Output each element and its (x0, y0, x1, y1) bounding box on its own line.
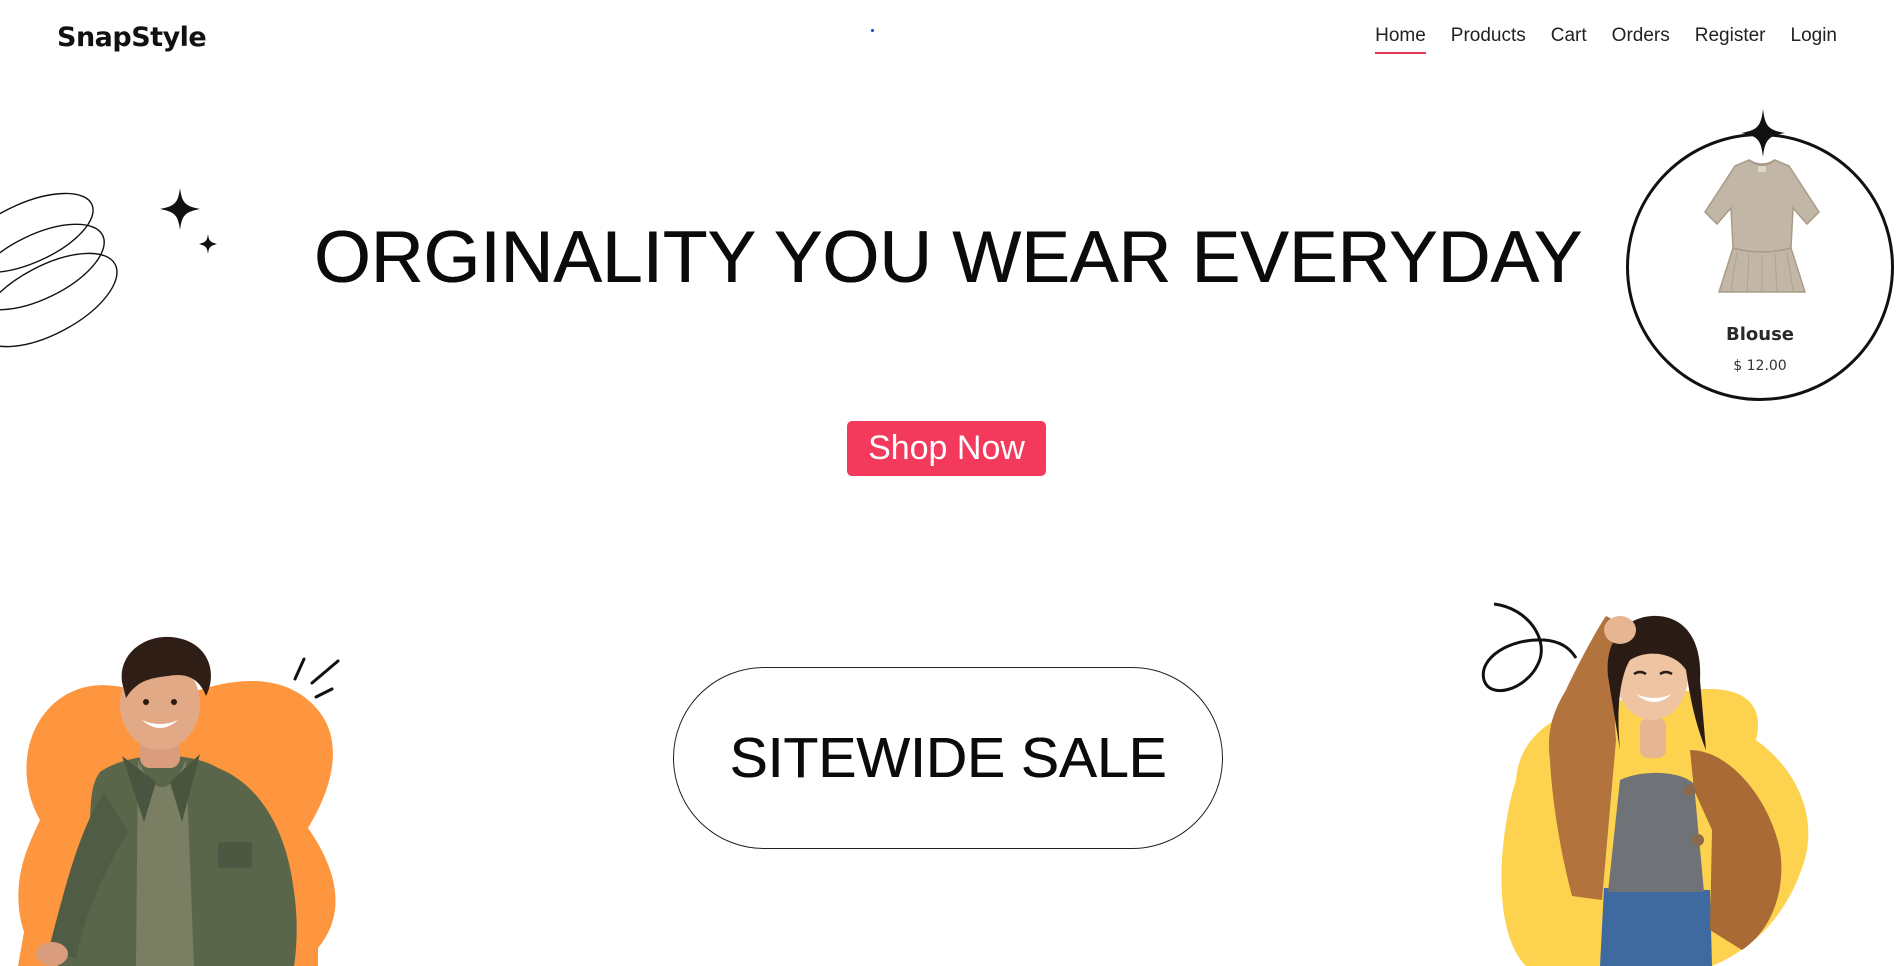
nav-products[interactable]: Products (1451, 25, 1526, 54)
hero-headline: ORGINALITY YOU WEAR EVERYDAY (313, 217, 1583, 298)
burst-lines-decoration (293, 657, 340, 699)
featured-product-card[interactable]: Blouse $ 12.00 (1626, 133, 1894, 401)
product-name: Blouse (1726, 324, 1794, 345)
product-price: $ 12.00 (1733, 358, 1787, 374)
home-page: SnapStyle Home Products Cart Orders Regi… (0, 0, 1896, 966)
site-logo[interactable]: SnapStyle (57, 22, 207, 53)
nav-login[interactable]: Login (1791, 25, 1838, 54)
nav-cart[interactable]: Cart (1551, 25, 1587, 54)
sitewide-sale-banner[interactable]: SITEWIDE SALE (673, 667, 1223, 849)
nav-orders[interactable]: Orders (1612, 25, 1670, 54)
blouse-image (1704, 159, 1820, 293)
shop-now-button[interactable]: Shop Now (847, 421, 1046, 476)
nav-register[interactable]: Register (1695, 25, 1766, 54)
main-nav: Home Products Cart Orders Register Login (1350, 25, 1837, 54)
star-icon (1741, 109, 1785, 157)
nav-home[interactable]: Home (1375, 25, 1426, 54)
stray-dot (871, 29, 874, 32)
woman-model-image (1481, 602, 1809, 966)
